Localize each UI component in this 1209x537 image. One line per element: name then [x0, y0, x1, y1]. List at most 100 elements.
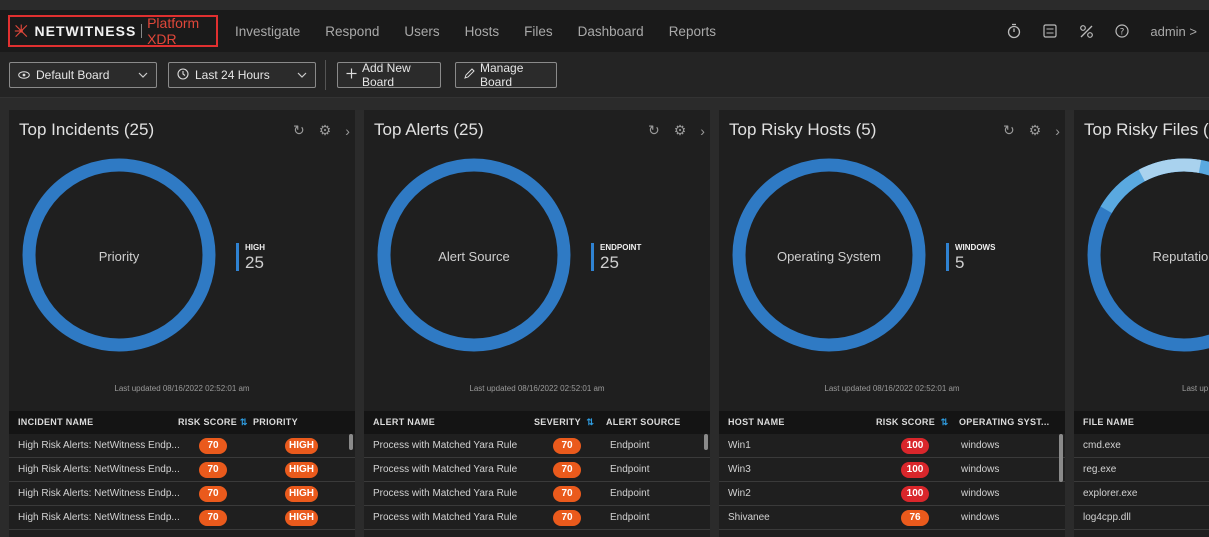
table-row[interactable]: explorer.exe: [1074, 482, 1209, 506]
timer-icon[interactable]: [1006, 23, 1022, 39]
risk-score-badge: 100: [901, 438, 929, 454]
donut-legend[interactable]: ENDPOINT 25: [591, 243, 641, 273]
table-row[interactable]: reg.exe: [1074, 458, 1209, 482]
card-title[interactable]: Top Risky Files (25: [1084, 120, 1209, 140]
alert-source: Endpoint: [610, 512, 650, 523]
col-incident-name[interactable]: INCIDENT NAME: [18, 417, 93, 427]
nav-reports[interactable]: Reports: [669, 24, 716, 39]
table-row[interactable]: log4cpp.dll: [1074, 506, 1209, 530]
brand-logo[interactable]: NETWITNESS Platform XDR: [8, 15, 218, 47]
refresh-icon[interactable]: ↻: [1003, 122, 1015, 139]
severity-badge: 70: [553, 510, 581, 526]
table-row[interactable]: Process with Matched Yara Rule 70 Endpoi…: [364, 458, 710, 482]
table-row[interactable]: Shivanee 76 windows: [719, 506, 1065, 530]
table-scrollbar[interactable]: [704, 434, 708, 450]
alert-source: Endpoint: [610, 488, 650, 499]
time-range-select[interactable]: Last 24 Hours: [168, 62, 316, 88]
table-scrollbar[interactable]: [349, 434, 353, 450]
table-row[interactable]: cmd.exe: [1074, 434, 1209, 458]
nav-investigate[interactable]: Investigate: [235, 24, 300, 39]
table-row[interactable]: High Risk Alerts: NetWitness Endp... 70 …: [9, 434, 355, 458]
last-updated-text: Last updated 08/16/2022 02:52:01 am: [114, 384, 250, 393]
donut-center-label: Alert Source: [438, 249, 510, 264]
risk-score-badge: 70: [199, 438, 227, 454]
refresh-icon[interactable]: ↻: [293, 122, 305, 139]
alert-name: Process with Matched Yara Rule: [373, 512, 518, 523]
table-row[interactable]: Win2 100 windows: [719, 482, 1065, 506]
add-new-board-button[interactable]: Add New Board: [337, 61, 441, 89]
chevron-right-icon[interactable]: ›: [1055, 123, 1060, 139]
table-row[interactable]: Process with Matched Yara Rule 70 Endpoi…: [364, 434, 710, 458]
table-row[interactable]: Process with Matched Yara Rule 70 Endpoi…: [364, 506, 710, 530]
risk-score-badge: 70: [199, 486, 227, 502]
gear-icon[interactable]: ⚙: [1029, 122, 1042, 139]
legend-name: WINDOWS: [955, 243, 996, 252]
col-severity[interactable]: SEVERITY ⇅: [534, 417, 594, 428]
incident-name: High Risk Alerts: NetWitness Endp...: [18, 488, 180, 499]
col-file-name[interactable]: FILE NAME: [1083, 417, 1134, 427]
gear-icon[interactable]: ⚙: [319, 122, 332, 139]
manage-board-label: Manage Board: [480, 61, 524, 89]
manage-board-button[interactable]: Manage Board: [455, 61, 557, 89]
table-scrollbar[interactable]: [1059, 434, 1063, 482]
alert-name: Process with Matched Yara Rule: [373, 488, 518, 499]
table-header: FILE NAME: [1074, 411, 1209, 434]
nav-respond[interactable]: Respond: [325, 24, 379, 39]
table-row[interactable]: Win1 100 windows: [719, 434, 1065, 458]
time-range-value: Last 24 Hours: [195, 68, 270, 82]
col-host-name[interactable]: HOST NAME: [728, 417, 785, 427]
priority-badge: HIGH: [285, 438, 318, 454]
refresh-icon[interactable]: ↻: [648, 122, 660, 139]
alert-source: Endpoint: [610, 464, 650, 475]
nav-files[interactable]: Files: [524, 24, 553, 39]
nav-users[interactable]: Users: [404, 24, 439, 39]
tools-icon[interactable]: [1078, 23, 1094, 39]
col-risk-score[interactable]: RISK SCORE ⇅: [876, 417, 948, 428]
table-row[interactable]: Win3 100 windows: [719, 458, 1065, 482]
add-new-board-label: Add New Board: [362, 61, 411, 89]
col-alert-name[interactable]: ALERT NAME: [373, 417, 435, 427]
chevron-right-icon[interactable]: ›: [700, 123, 705, 139]
risk-score-badge: 100: [901, 486, 929, 502]
legend-name: HIGH: [245, 243, 265, 252]
donut-center-label: Reputation: [1152, 249, 1209, 264]
col-priority[interactable]: PRIORITY: [253, 417, 298, 427]
gear-icon[interactable]: ⚙: [674, 122, 687, 139]
severity-badge: 70: [553, 462, 581, 478]
alert-name: Process with Matched Yara Rule: [373, 440, 518, 451]
donut-legend[interactable]: WINDOWS 5: [946, 243, 995, 273]
nav-hosts[interactable]: Hosts: [465, 24, 500, 39]
nav-dashboard[interactable]: Dashboard: [578, 24, 644, 39]
plus-icon: [346, 68, 357, 82]
col-risk-score[interactable]: RISK SCORE ⇅: [178, 417, 248, 428]
sort-icon[interactable]: ⇅: [240, 417, 248, 427]
card-title[interactable]: Top Risky Hosts (5): [729, 120, 876, 140]
board-select[interactable]: Default Board: [9, 62, 157, 88]
card-title[interactable]: Top Alerts (25): [374, 120, 484, 140]
table-row[interactable]: Process with Matched Yara Rule 70 Endpoi…: [364, 482, 710, 506]
file-name: explorer.exe: [1083, 488, 1138, 499]
severity-badge: 70: [553, 438, 581, 454]
sort-icon[interactable]: ⇅: [586, 417, 594, 427]
main-nav: Investigate Respond Users Hosts Files Da…: [235, 10, 741, 52]
col-alert-source[interactable]: ALERT SOURCE: [606, 417, 681, 427]
donut-legend[interactable]: HIGH 25: [236, 243, 265, 273]
help-icon[interactable]: ?: [1114, 23, 1130, 39]
sort-icon[interactable]: ⇅: [941, 417, 949, 427]
chevron-right-icon[interactable]: ›: [345, 123, 350, 139]
card-top-risky-files: Top Risky Files (25 Reputation Last up F…: [1074, 110, 1209, 537]
legend-swatch: [236, 243, 239, 271]
col-severity-label: SEVERITY: [534, 417, 581, 427]
operating-system: windows: [961, 464, 1000, 475]
settings-panel-icon[interactable]: [1042, 23, 1058, 39]
legend-value: 25: [600, 253, 619, 272]
host-name: Shivanee: [728, 512, 770, 523]
col-operating-system[interactable]: OPERATING SYST...: [959, 417, 1049, 427]
file-name: reg.exe: [1083, 464, 1117, 475]
host-name: Win1: [728, 440, 751, 451]
table-row[interactable]: High Risk Alerts: NetWitness Endp... 70 …: [9, 458, 355, 482]
user-menu[interactable]: admin >: [1150, 24, 1197, 39]
table-row[interactable]: High Risk Alerts: NetWitness Endp... 70 …: [9, 506, 355, 530]
table-row[interactable]: High Risk Alerts: NetWitness Endp... 70 …: [9, 482, 355, 506]
card-title[interactable]: Top Incidents (25): [19, 120, 154, 140]
